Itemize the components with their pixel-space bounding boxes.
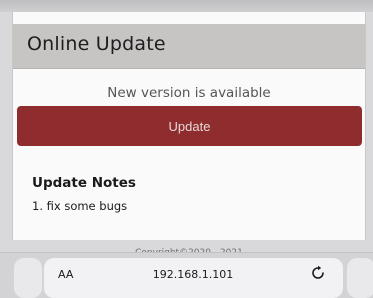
previous-tab-pill[interactable] xyxy=(14,258,42,298)
notes-heading: Update Notes xyxy=(32,175,136,191)
update-card: Online Update New version is available U… xyxy=(12,12,366,258)
reload-icon[interactable] xyxy=(310,265,326,281)
address-text[interactable]: 192.168.1.101 xyxy=(138,268,248,281)
version-message: New version is available xyxy=(107,85,271,101)
text-size-button[interactable]: AA xyxy=(58,268,73,281)
top-browser-edge xyxy=(0,0,373,12)
page-title: Online Update xyxy=(27,33,166,55)
notes-item: 1. fix some bugs xyxy=(32,199,128,213)
update-button[interactable]: Update xyxy=(17,106,362,146)
card-header: Online Update xyxy=(13,24,365,69)
next-tab-pill[interactable] xyxy=(347,258,373,298)
